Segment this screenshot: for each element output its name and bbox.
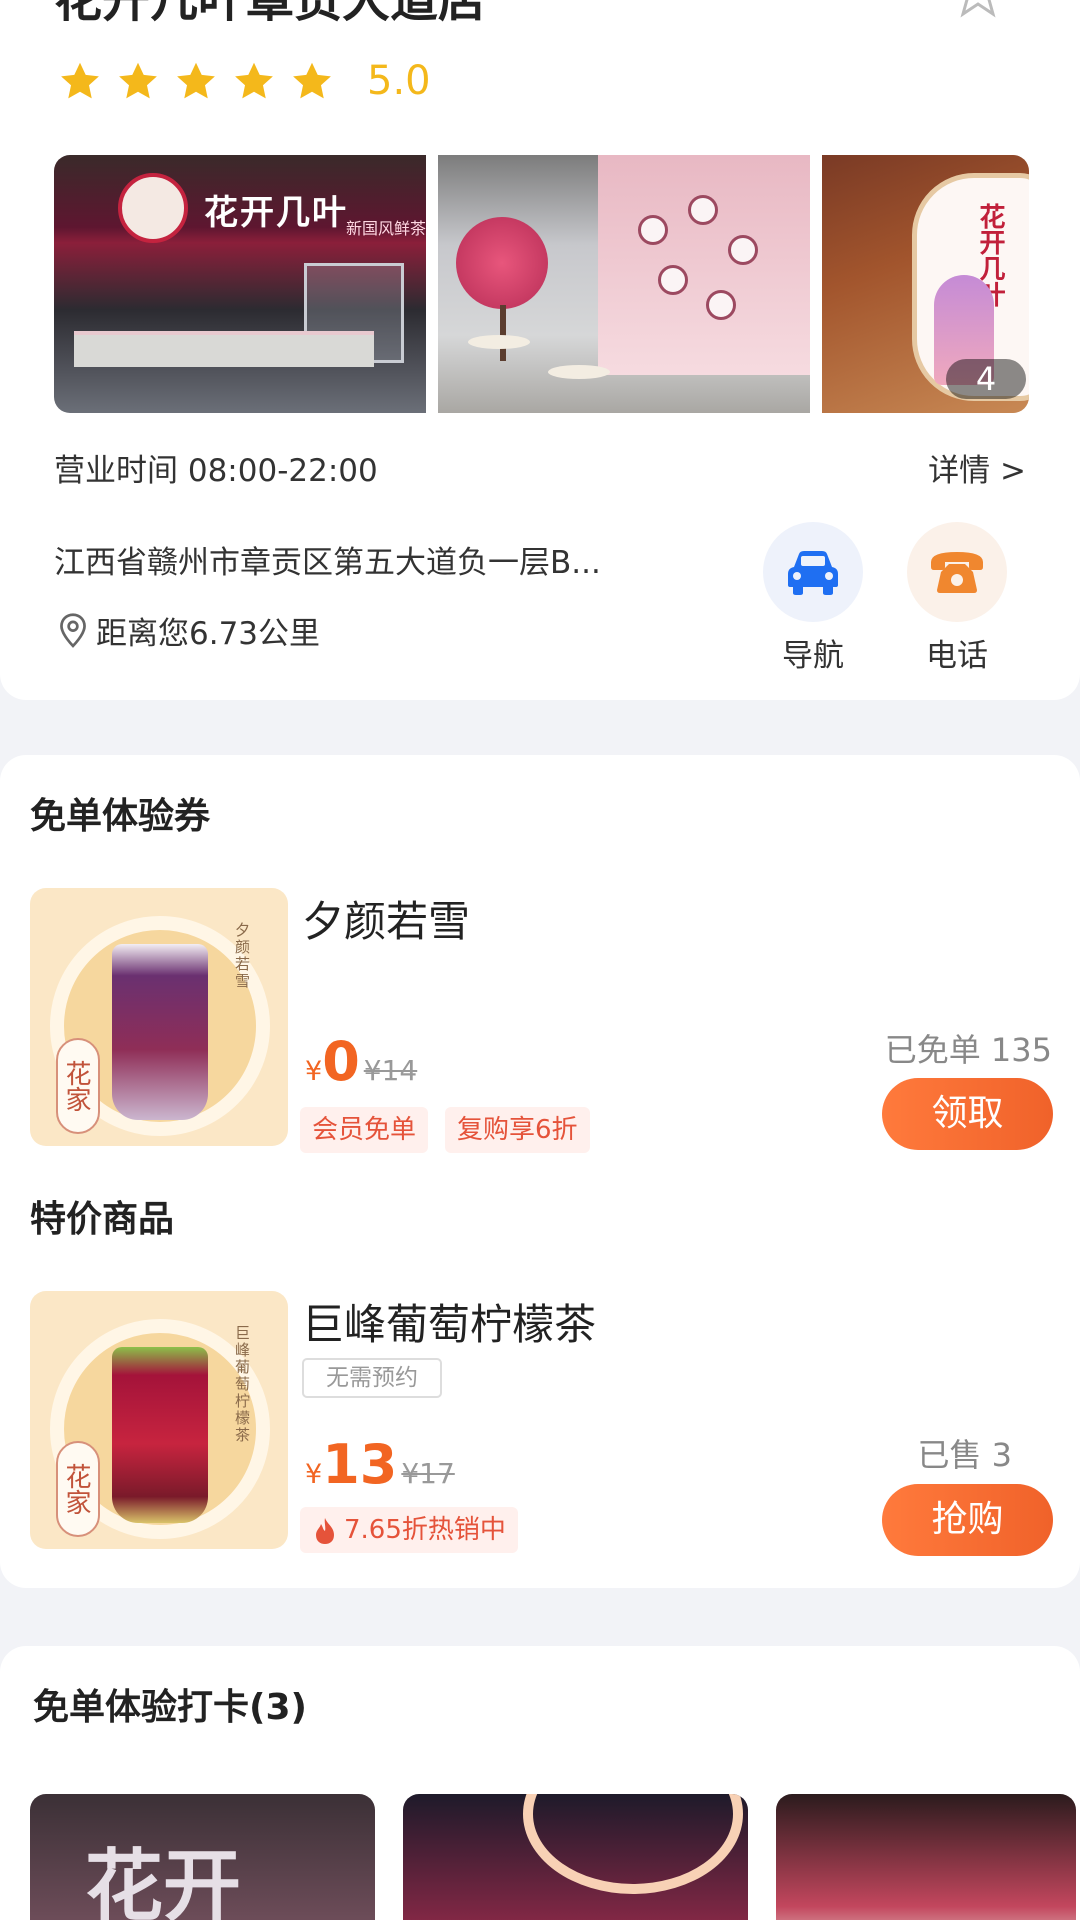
store-photo-gallery[interactable]: 花开几叶 新国风鲜茶 花开几叶 4 (54, 155, 1029, 413)
image-drink-name: 巨峰葡萄柠檬茶 (233, 1325, 251, 1444)
photo-count-badge: 4 (946, 359, 1026, 399)
buy-now-button[interactable]: 抢购 (882, 1484, 1053, 1556)
member-free-tag: 会员免单 (300, 1107, 429, 1153)
storefront-photo[interactable]: 花开几叶 新国风鲜茶 (54, 155, 426, 413)
no-reservation-badge: 无需预约 (302, 1358, 442, 1398)
coupon-product-name[interactable]: 夕颜若雪 (302, 888, 470, 949)
price-amount: 0 (322, 1030, 360, 1093)
star-icon (61, 62, 99, 99)
interior-pink-wall (598, 155, 810, 375)
store-name: 花开几叶章贡大道店 (54, 0, 487, 28)
interior-photo[interactable] (438, 155, 810, 413)
currency-symbol: ¥ (305, 1459, 323, 1490)
image-seal: 花家 (56, 1038, 100, 1134)
hot-sale-tag: 7.65折热销中 (300, 1507, 518, 1553)
call-label: 电话 (926, 638, 988, 674)
original-price: ¥14 (363, 1054, 418, 1087)
checkin-photo-ring (523, 1794, 743, 1894)
original-price: ¥17 (401, 1457, 455, 1490)
repurchase-discount-tag: 复购享6折 (445, 1107, 590, 1153)
checkin-photo[interactable] (403, 1794, 748, 1920)
wall-decoration (706, 290, 736, 320)
wall-decoration (688, 195, 718, 225)
star-icon (235, 62, 273, 99)
store-logo (118, 173, 188, 243)
deal-price: ¥13 ¥17 (305, 1433, 455, 1496)
location-pin-icon (60, 612, 86, 648)
call-icon-circle (907, 522, 1007, 622)
fire-icon (316, 1517, 334, 1544)
navigate-button[interactable]: 导航 (763, 522, 863, 675)
favorite-star-icon[interactable] (950, 0, 1006, 18)
storefront-sign-text: 花开几叶 (204, 193, 348, 233)
image-seal: 花家 (56, 1441, 100, 1537)
navigate-label: 导航 (782, 638, 844, 674)
hot-sale-text: 7.65折热销中 (344, 1515, 506, 1545)
storefront-counter (74, 331, 374, 367)
interior-table (468, 335, 530, 349)
checkin-photo[interactable]: 花开 (30, 1794, 375, 1920)
price-amount: 13 (322, 1433, 398, 1496)
star-icon (177, 62, 215, 99)
wall-decoration (638, 215, 668, 245)
currency-symbol: ¥ (305, 1056, 323, 1087)
storefront-sign-subtext: 新国风鲜茶 (346, 219, 426, 238)
checkin-photo[interactable] (776, 1794, 1076, 1920)
details-link[interactable]: 详情 > (928, 445, 1026, 490)
store-distance: 距离您6.73公里 (56, 608, 320, 653)
checkin-photo-list: 花开 (30, 1794, 1076, 1920)
rating-stars (58, 60, 334, 104)
phone-icon (931, 552, 983, 593)
wall-decoration (728, 235, 758, 265)
deal-product-name[interactable]: 巨峰葡萄柠檬茶 (302, 1291, 596, 1352)
image-drink-name: 夕颜若雪 (233, 922, 251, 990)
wall-decoration (658, 265, 688, 295)
deal-sold-count: 已售 3 (917, 1436, 1012, 1474)
distance-text: 距离您6.73公里 (96, 616, 321, 652)
tree-trunk (500, 305, 506, 361)
coupon-price: ¥0 ¥14 (305, 1030, 417, 1093)
checkin-section-title: 免单体验打卡(3) (33, 1687, 307, 1728)
mascot-photo[interactable]: 花开几叶 4 (822, 155, 1029, 413)
rating-value: 5.0 (367, 58, 431, 104)
coupon-product-image[interactable]: 花家 夕颜若雪 (30, 888, 288, 1146)
coupon-redeemed-count: 已免单 135 (884, 1031, 1052, 1069)
star-icon (293, 62, 331, 99)
car-icon (788, 551, 838, 595)
store-address[interactable]: 江西省赣州市章贡区第五大道负一层B... (54, 537, 601, 582)
checkin-photo-sign: 花开 (85, 1842, 242, 1920)
drink-cup (112, 944, 208, 1120)
deals-section-title: 特价商品 (30, 1199, 175, 1240)
business-hours: 营业时间 08:00-22:00 (54, 453, 378, 489)
star-icon (119, 62, 157, 99)
navigate-icon-circle (763, 522, 863, 622)
interior-table (548, 365, 610, 379)
deal-product-image[interactable]: 花家 巨峰葡萄柠檬茶 (30, 1291, 288, 1549)
claim-button[interactable]: 领取 (882, 1078, 1053, 1150)
coupons-section-title: 免单体验券 (30, 796, 211, 837)
call-button[interactable]: 电话 (907, 522, 1007, 675)
drink-cup (112, 1347, 208, 1523)
blossom-tree (456, 217, 548, 309)
